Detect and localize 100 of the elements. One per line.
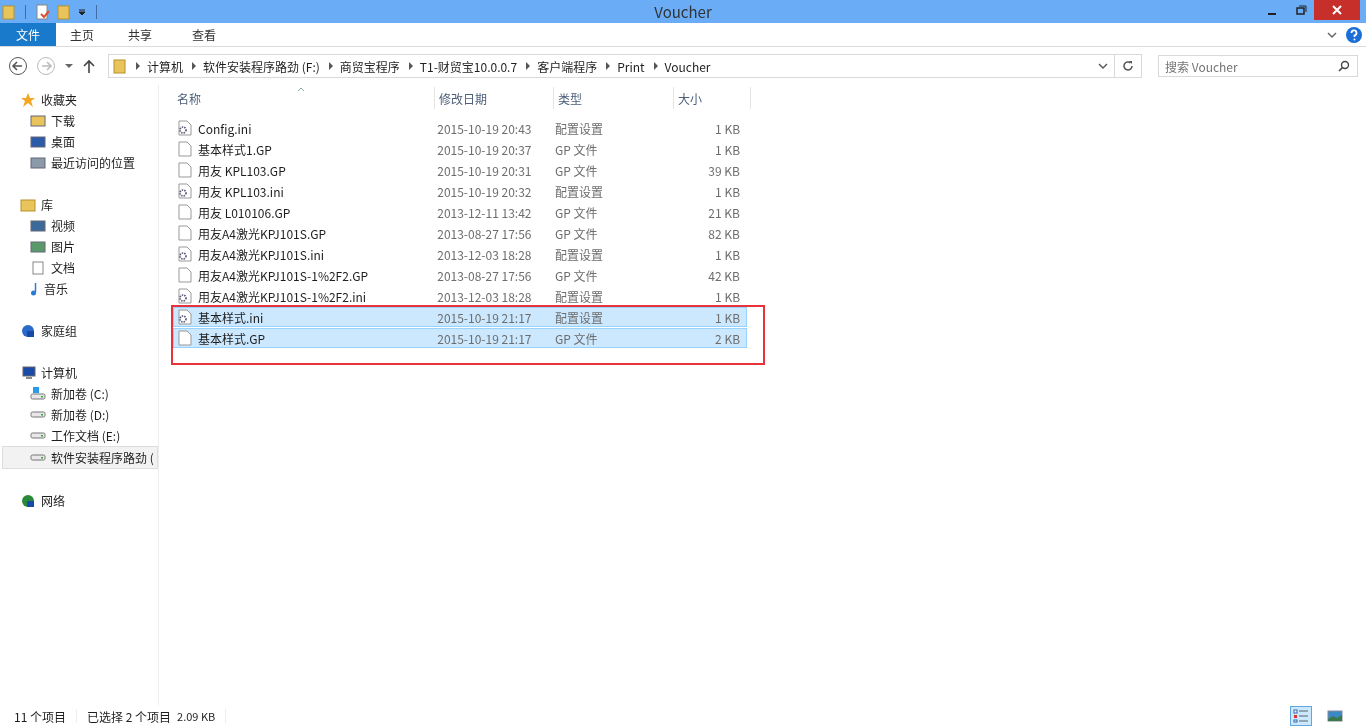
chevron-icon[interactable] (525, 62, 532, 70)
table-cell-text: 2015-10-19 20:32 (436, 182, 533, 200)
nav-item[interactable]: 收藏夹 (0, 89, 158, 110)
nav-item[interactable]: 网络 (0, 490, 158, 511)
chevron-icon[interactable] (407, 62, 414, 70)
table-cell-text: 2013-12-03 18:28 (436, 245, 533, 263)
search-field[interactable]: 搜索 Voucher (1158, 55, 1358, 77)
chevron-icon[interactable] (652, 62, 659, 70)
breadcrumb[interactable]: 软件安装程序路劲 (F:) (203, 57, 320, 75)
file-name: 用友A4激光KPJ101S.ini (198, 245, 325, 263)
file-row[interactable]: Config.ini 2015-10-19 20:43 配置设置 1 KB (173, 118, 747, 138)
chevron-icon[interactable] (191, 62, 197, 70)
dropdown-icon[interactable] (77, 6, 87, 17)
table-cell-text: 21 KB (707, 203, 741, 221)
nav-item[interactable]: 计算机 (0, 362, 158, 383)
close-icon[interactable] (1314, 0, 1360, 20)
table-cell-text: GP 文件 (554, 203, 599, 221)
table-cell-text: 2013-08-27 17:56 (436, 266, 533, 284)
table-cell-text: 配置设置 (554, 245, 604, 263)
column-header[interactable]: 名称 (173, 87, 435, 109)
nav-item[interactable]: 家庭组 (0, 320, 158, 341)
recent-dropdown-icon[interactable] (64, 61, 74, 71)
details-view-button[interactable] (1290, 706, 1312, 726)
breadcrumb[interactable]: 计算机 (147, 57, 183, 75)
table-cell-text: GP 文件 (554, 161, 599, 179)
file-row[interactable]: 基本样式.GP 2015-10-19 21:17 GP 文件 2 KB (173, 328, 747, 348)
nav-item[interactable]: 下载 (0, 110, 158, 131)
file-name: 用友 L010106.GP (198, 203, 291, 221)
file-row[interactable]: 用友 KPL103.ini 2015-10-19 20:32 配置设置 1 KB (173, 181, 747, 201)
file-name: 基本样式.ini (198, 308, 264, 326)
table-cell-text: 82 KB (707, 224, 741, 242)
table-cell-text: 2 KB (714, 329, 741, 347)
table-cell-text: GP 文件 (554, 266, 599, 284)
table-cell-text: 1 KB (714, 140, 741, 158)
nav-item[interactable]: 新加卷 (D:) (0, 404, 158, 425)
file-row[interactable]: 用友A4激光KPJ101S.GP 2013-08-27 17:56 GP 文件 82 KB (173, 223, 747, 243)
nav-item[interactable]: 最近访问的位置 (0, 152, 158, 173)
chevron-icon[interactable] (327, 62, 334, 70)
chevron-icon[interactable] (605, 62, 612, 70)
address-bar[interactable]: 计算机 软件安装程序路劲 (F:) 商贸宝程序 T1-财贸宝10.0.0.7 客户端程序 Print Voucher (108, 54, 1142, 78)
nav-item[interactable]: 库 (0, 194, 158, 215)
table-cell-text: 39 KB (707, 161, 741, 179)
file-row[interactable]: 用友A4激光KPJ101S-1%2F2.ini 2013-12-03 18:28 配置设置 1 KB (173, 286, 747, 306)
column-header[interactable]: 类型 (554, 87, 674, 109)
table-cell-text: 1 KB (714, 182, 741, 200)
table-cell-text: 1 KB (714, 287, 741, 305)
file-name: 用友 KPL103.GP (198, 161, 286, 179)
table-cell-text: 2015-10-19 20:37 (436, 140, 533, 158)
settings-file-icon (178, 183, 192, 199)
table-cell-text: 2013-12-11 13:42 (436, 203, 533, 221)
file-name: 基本样式1.GP (198, 140, 272, 158)
ribbon-tab[interactable]: 文件 (0, 23, 56, 46)
nav-item[interactable]: 音乐 (0, 278, 158, 299)
table-cell-text: 2013-12-03 18:28 (436, 287, 533, 305)
column-header[interactable]: 修改日期 (435, 87, 554, 109)
nav-item[interactable]: 视频 (0, 215, 158, 236)
table-cell-text: GP 文件 (554, 329, 599, 347)
window-title: Voucher (654, 1, 712, 22)
table-cell-text: 配置设置 (554, 308, 604, 326)
drive-icon (30, 411, 46, 418)
breadcrumb[interactable]: T1-财贸宝10.0.0.7 (419, 57, 518, 75)
table-cell-text: GP 文件 (554, 140, 599, 158)
column-header[interactable]: 大小 (674, 87, 751, 109)
file-icon (178, 225, 192, 241)
file-row[interactable]: 用友A4激光KPJ101S.ini 2013-12-03 18:28 配置设置 1 KB (173, 244, 747, 264)
table-cell-text: 2015-10-19 21:17 (436, 308, 533, 326)
chevron-icon[interactable] (135, 62, 141, 70)
nav-item[interactable]: 软件安装程序路劲 ( (2, 446, 158, 469)
table-cell-text: 1 KB (714, 119, 741, 137)
breadcrumb[interactable]: Print (617, 57, 645, 75)
properties-icon[interactable] (35, 3, 51, 20)
table-cell-text: GP 文件 (554, 224, 599, 242)
nav-item[interactable]: 工作文档 (E:) (0, 425, 158, 446)
table-cell-text: 1 KB (714, 308, 741, 326)
file-row[interactable]: 用友 L010106.GP 2013-12-11 13:42 GP 文件 21 KB (173, 202, 747, 222)
table-cell-text: 配置设置 (554, 182, 604, 200)
nav-item[interactable]: 新加卷 (C:) (0, 383, 158, 404)
file-row[interactable]: 用友 KPL103.GP 2015-10-19 20:31 GP 文件 39 KB (173, 160, 747, 180)
table-cell-text: 2015-10-19 20:43 (436, 119, 533, 137)
music-icon (30, 281, 39, 296)
drive-icon (30, 432, 46, 439)
nav-item[interactable]: 文档 (0, 257, 158, 278)
breadcrumb[interactable]: 客户端程序 (537, 57, 598, 75)
back-icon[interactable] (8, 56, 28, 76)
help-icon[interactable] (1346, 26, 1362, 43)
nav-item[interactable]: 图片 (0, 236, 158, 257)
settings-file-icon (178, 120, 192, 136)
file-row[interactable]: 基本样式1.GP 2015-10-19 20:37 GP 文件 1 KB (173, 139, 747, 159)
breadcrumb[interactable]: 商贸宝程序 (339, 57, 400, 75)
file-row[interactable]: 基本样式.ini 2015-10-19 21:17 配置设置 1 KB (173, 307, 747, 327)
status-text: 11 个项目 (14, 707, 66, 725)
status-text: 2.09 KB (177, 708, 216, 724)
up-arrow-icon[interactable] (82, 58, 96, 74)
file-icon (178, 162, 192, 178)
breadcrumb[interactable]: Voucher (664, 57, 711, 75)
nav-item[interactable]: 桌面 (0, 131, 158, 152)
settings-file-icon (178, 288, 192, 304)
file-row[interactable]: 用友A4激光KPJ101S-1%2F2.GP 2013-08-27 17:56 GP 文件 42 KB (173, 265, 747, 285)
chevron-icon[interactable] (1098, 61, 1108, 71)
computer-icon (20, 364, 36, 381)
